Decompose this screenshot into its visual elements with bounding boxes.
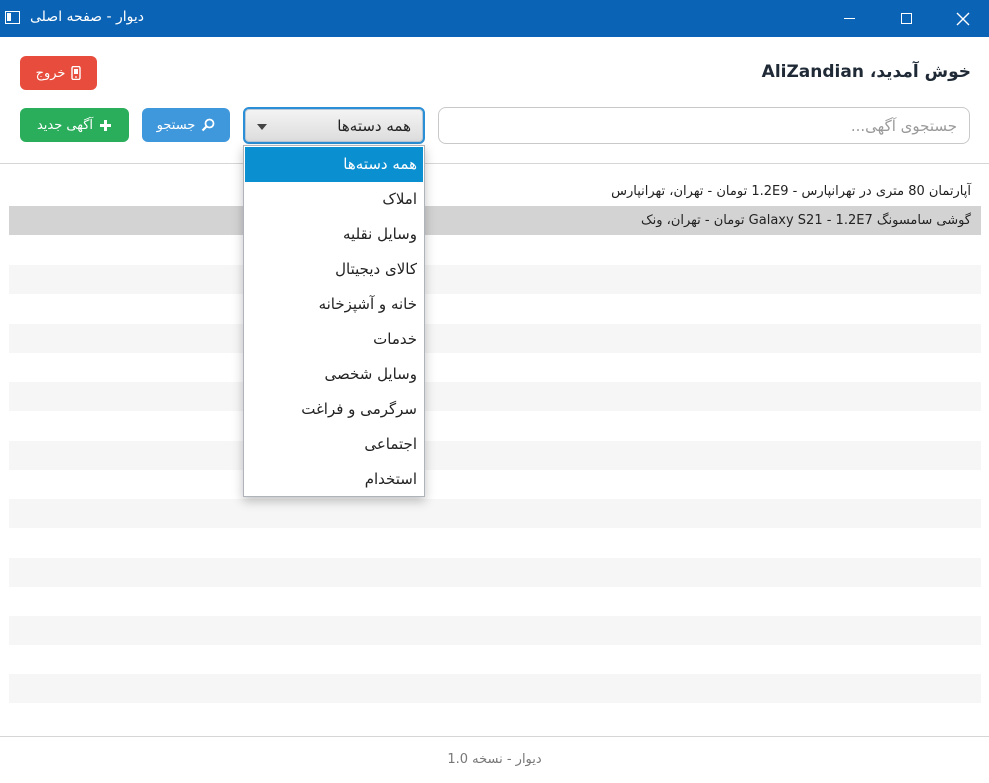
dropdown-option[interactable]: وسایل نقلیه bbox=[245, 217, 423, 252]
dropdown-option[interactable]: خانه و آشپزخانه bbox=[245, 287, 423, 322]
empty-row bbox=[9, 441, 981, 470]
list-item[interactable]: آپارتمان 80 متری در تهرانپارس - 1.2E9 تو… bbox=[9, 177, 981, 206]
search-button[interactable]: جستجو bbox=[142, 108, 230, 142]
minimize-icon bbox=[843, 18, 855, 19]
new-ad-button[interactable]: آگهی جدید bbox=[20, 108, 129, 142]
window-title: دیوار - صفحه اصلی bbox=[30, 9, 145, 25]
empty-row bbox=[9, 674, 981, 703]
minimize-button[interactable] bbox=[826, 0, 872, 37]
listings-list[interactable]: آپارتمان 80 متری در تهرانپارس - 1.2E9 تو… bbox=[0, 163, 989, 737]
close-button[interactable] bbox=[940, 0, 986, 37]
plus-icon bbox=[100, 119, 112, 131]
dropdown-option[interactable]: استخدام bbox=[245, 462, 423, 497]
empty-row bbox=[9, 616, 981, 645]
search-label: جستجو bbox=[156, 117, 196, 133]
search-icon bbox=[202, 118, 215, 132]
close-icon bbox=[956, 12, 970, 25]
dropdown-option[interactable]: املاک bbox=[245, 182, 423, 217]
empty-row bbox=[9, 499, 981, 528]
empty-row bbox=[9, 558, 981, 587]
title-bar: دیوار - صفحه اصلی bbox=[0, 0, 989, 37]
logout-button[interactable]: خروج bbox=[20, 56, 97, 90]
list-item[interactable]: گوشی سامسونگ Galaxy S21 - 1.2E7 تومان - … bbox=[9, 206, 981, 235]
dropdown-option[interactable]: اجتماعی bbox=[245, 427, 423, 462]
phone-icon bbox=[71, 66, 82, 80]
empty-row bbox=[9, 382, 981, 411]
search-input[interactable] bbox=[438, 107, 970, 144]
dropdown-option[interactable]: سرگرمی و فراغت bbox=[245, 392, 423, 427]
welcome-text: خوش آمدید، AliZandian bbox=[761, 62, 971, 82]
empty-row bbox=[9, 324, 981, 353]
maximize-icon bbox=[900, 13, 912, 24]
new-ad-label: آگهی جدید bbox=[36, 117, 94, 133]
dropdown-option[interactable]: خدمات bbox=[245, 322, 423, 357]
empty-row bbox=[9, 265, 981, 294]
category-select-value: همه دسته‌ها bbox=[337, 117, 411, 135]
app-icon bbox=[5, 11, 20, 24]
dropdown-option[interactable]: کالای دیجیتال bbox=[245, 252, 423, 287]
maximize-button[interactable] bbox=[883, 0, 929, 37]
category-select[interactable]: همه دسته‌ها bbox=[243, 107, 425, 144]
dropdown-option[interactable]: همه دسته‌ها bbox=[245, 147, 423, 182]
footer-version: دیوار - نسخه 1.0 bbox=[447, 752, 542, 767]
category-dropdown[interactable]: همه دسته‌ها املاک وسایل نقلیه کالای دیجی… bbox=[243, 145, 425, 497]
chevron-down-icon bbox=[257, 124, 267, 130]
logout-label: خروج bbox=[35, 65, 66, 81]
dropdown-option[interactable]: وسایل شخصی bbox=[245, 357, 423, 392]
